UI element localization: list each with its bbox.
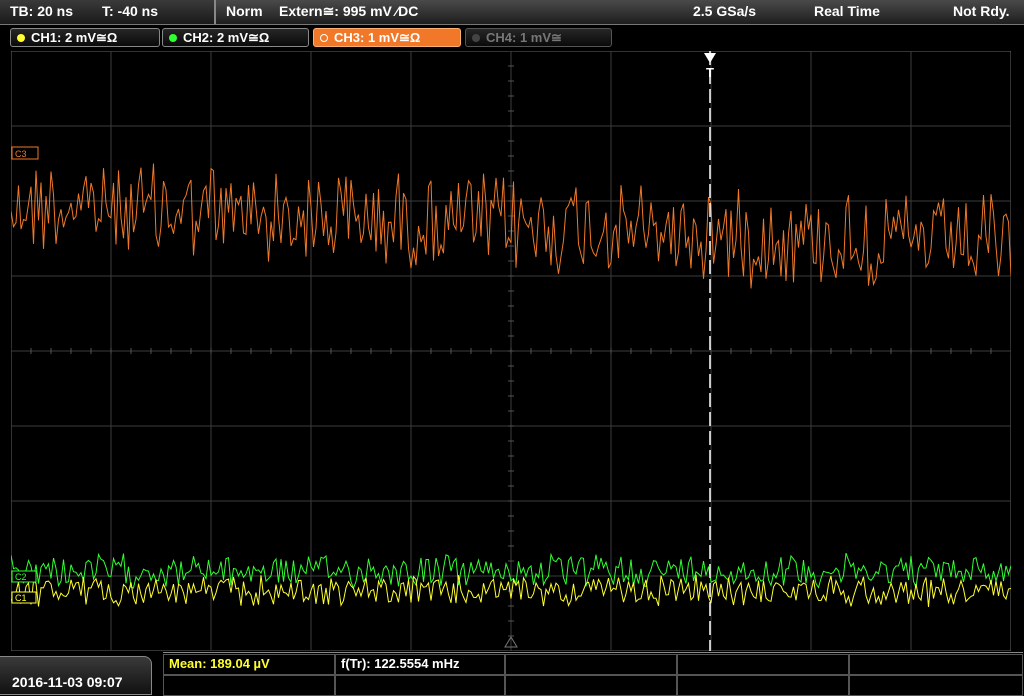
channel-2-tab[interactable]: CH2: 2 mV≅Ω [162,28,309,47]
trigger-offset-label[interactable]: T: -40 ns [102,3,158,19]
waveform-display[interactable]: T C3 C2 C1 [11,51,1011,651]
datetime-box: 2016-11-03 09:07 [0,656,152,695]
meas-cell-10[interactable] [849,675,1023,696]
mean-measurement: Mean: 189.04 µV [169,656,270,671]
ch3-marker-label: C3 [15,149,27,159]
trigger-frequency-measurement: f(Tr): 122.5554 mHz [341,656,460,671]
channel-3-label: CH3: 1 mV≅Ω [334,30,421,45]
acquisition-status-label: Not Rdy. [953,3,1010,19]
channel-3-dot-icon [320,34,328,42]
channel-1-label: CH1: 2 mV≅Ω [31,30,118,45]
ch1-level-marker[interactable]: C1 [11,591,37,604]
channel-4-dot-icon [472,34,480,42]
channel-1-tab[interactable]: CH1: 2 mV≅Ω [10,28,160,47]
ch2-marker-label: C2 [15,572,27,582]
meas-cell-6[interactable] [163,675,335,696]
datetime-label: 2016-11-03 09:07 [12,674,123,690]
meas-cell-5[interactable] [849,654,1023,675]
ch3-level-marker[interactable]: C3 [11,146,39,160]
channel-2-label: CH2: 2 mV≅Ω [183,30,270,45]
channel-3-tab[interactable]: CH3: 1 mV≅Ω [313,28,461,47]
ch1-marker-label: C1 [15,593,27,603]
meas-cell-4[interactable] [677,654,849,675]
measurement-panel: Mean: 189.04 µV f(Tr): 122.5554 mHz [163,652,1023,696]
trigger-mode-label[interactable]: Norm [226,3,263,19]
sample-rate-label: 2.5 GSa/s [693,3,757,19]
channel-2-dot-icon [169,34,177,42]
channel-bar: CH1: 2 mV≅Ω CH2: 2 mV≅Ω CH3: 1 mV≅Ω CH4:… [0,25,1024,50]
channel-1-dot-icon [17,34,25,42]
meas-cell-8[interactable] [505,675,677,696]
meas-cell-9[interactable] [677,675,849,696]
channel-4-tab[interactable]: CH4: 1 mV≅ [465,28,612,47]
ch2-level-marker[interactable]: C2 [11,570,37,583]
top-status-bar: TB: 20 ns T: -40 ns Norm Extern≅: 995 mV… [0,0,1024,25]
acquisition-mode-label[interactable]: Real Time [814,3,880,19]
trigger-marker-label: T [706,65,714,80]
trigger-source-label[interactable]: Extern≅: 995 mV ⁄DC [279,3,418,20]
channel-4-label: CH4: 1 mV≅ [486,30,562,45]
meas-cell-7[interactable] [335,675,505,696]
meas-cell-3[interactable] [505,654,677,675]
timebase-label[interactable]: TB: 20 ns [10,3,73,19]
